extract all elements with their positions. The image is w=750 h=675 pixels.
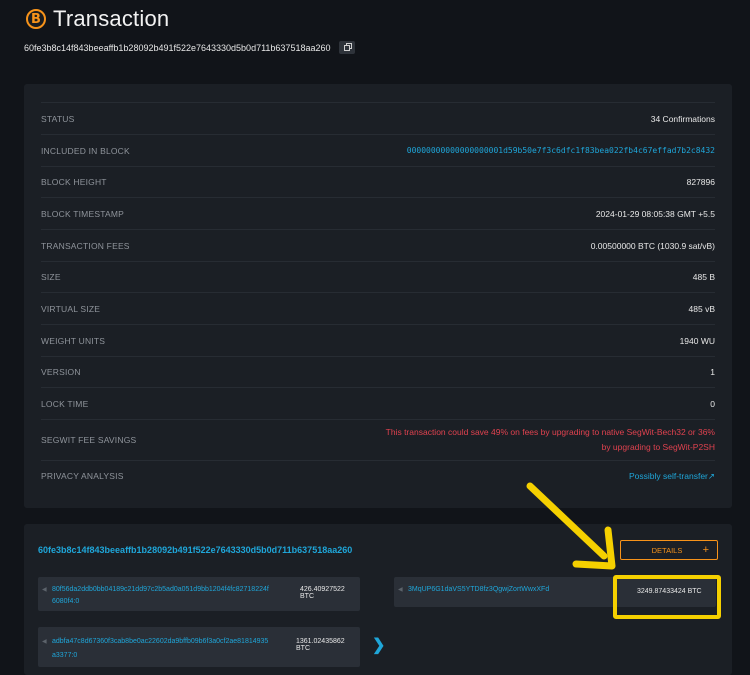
privacy-analysis-link[interactable]: Possibly self-transfer↗ bbox=[629, 471, 715, 482]
input-item: ◀ 80f56da2ddb0bb04189c21dd97c2b5ad0a051d… bbox=[38, 577, 360, 611]
detail-row-segwit: SEGWIT FEE SAVINGS This transaction coul… bbox=[41, 419, 715, 460]
detail-label: INCLUDED IN BLOCK bbox=[41, 145, 130, 156]
detail-row-version: VERSION 1 bbox=[41, 356, 715, 387]
input-outpoint-link[interactable]: a3377:0 bbox=[52, 652, 77, 659]
detail-row-vsize: VIRTUAL SIZE 485 vB bbox=[41, 292, 715, 324]
detail-value: 2024-01-29 08:05:38 GMT +5.5 bbox=[595, 208, 715, 219]
transaction-id: 60fe3b8c14f843beeaffb1b28092b491f522e764… bbox=[24, 42, 331, 53]
txid-row: 60fe3b8c14f843beeaffb1b28092b491f522e764… bbox=[24, 41, 356, 54]
detail-label: SEGWIT FEE SAVINGS bbox=[41, 435, 137, 445]
detail-label: WEIGHT UNITS bbox=[41, 335, 106, 346]
block-hash-link[interactable]: 00000000000000000001d59b50e7f3c6dfc1f83b… bbox=[407, 146, 715, 155]
page-header: B Transaction bbox=[26, 6, 169, 32]
detail-row-locktime: LOCK TIME 0 bbox=[41, 387, 715, 419]
detail-row-size: SIZE 485 B bbox=[41, 261, 715, 292]
plus-icon: + bbox=[702, 544, 709, 556]
detail-row-height: BLOCK HEIGHT 827896 bbox=[41, 166, 715, 197]
detail-value: 1940 WU bbox=[679, 335, 715, 346]
detail-label: TRANSACTION FEES bbox=[41, 240, 130, 251]
detail-label: PRIVACY ANALYSIS bbox=[41, 471, 124, 481]
input-address-link[interactable]: 80f56da2ddb0bb04189c21dd97c2b5ad0a051d9b… bbox=[52, 586, 269, 593]
detail-row-status: STATUS 34 Confirmations bbox=[41, 102, 715, 134]
detail-label: BLOCK HEIGHT bbox=[41, 177, 107, 187]
detail-row-block: INCLUDED IN BLOCK 00000000000000000001d5… bbox=[41, 134, 715, 166]
output-address-link[interactable]: 3MqUP6G1daVS5YTD8fz3QgwjZortWwxXFd bbox=[408, 586, 549, 593]
detail-label: LOCK TIME bbox=[41, 398, 89, 409]
detail-label: SIZE bbox=[41, 272, 61, 282]
copy-icon bbox=[344, 44, 351, 51]
detail-label: STATUS bbox=[41, 113, 75, 124]
detail-value: 34 Confirmations bbox=[650, 113, 715, 124]
io-transaction-id-link[interactable]: 60fe3b8c14f843beeaffb1b28092b491f522e764… bbox=[38, 545, 352, 555]
detail-value: 0 bbox=[710, 398, 715, 409]
transaction-details-card: STATUS 34 Confirmations INCLUDED IN BLOC… bbox=[24, 84, 732, 508]
detail-label: VERSION bbox=[41, 367, 81, 377]
bitcoin-icon: B bbox=[26, 9, 46, 29]
page-title: Transaction bbox=[53, 6, 170, 31]
detail-label: VIRTUAL SIZE bbox=[41, 303, 101, 314]
output-arrow-icon: ◀ bbox=[398, 587, 403, 593]
detail-value: 827896 bbox=[686, 177, 715, 187]
details-button-label: DETAILS bbox=[651, 545, 683, 555]
detail-row-fees: TRANSACTION FEES 0.00500000 BTC (1030.9 … bbox=[41, 229, 715, 261]
detail-value: 485 B bbox=[692, 272, 715, 282]
input-address-link[interactable]: adbfa47c8d67360f3cab8be0ac22602da9bffb09… bbox=[52, 638, 268, 645]
input-outpoint-link[interactable]: 6080f4:0 bbox=[52, 598, 79, 605]
detail-row-weight: WEIGHT UNITS 1940 WU bbox=[41, 324, 715, 356]
detail-value: 0.00500000 BTC (1030.9 sat/vB) bbox=[590, 240, 715, 251]
detail-label: BLOCK TIMESTAMP bbox=[41, 208, 124, 219]
annotation-highlight-box bbox=[613, 575, 721, 619]
copy-button[interactable] bbox=[339, 41, 356, 54]
input-amount: 426.40927522 BTC bbox=[300, 586, 345, 600]
detail-value: 485 vB bbox=[688, 303, 715, 314]
segwit-savings-warning: This transaction could save 49% on fees … bbox=[385, 427, 715, 452]
input-amount: 1361.02435862 BTC bbox=[296, 638, 345, 652]
input-item: ◀ adbfa47c8d67360f3cab8be0ac22602da9bffb… bbox=[38, 627, 360, 667]
next-page-chevron-icon[interactable]: ❯ bbox=[372, 635, 385, 655]
details-button[interactable]: DETAILS + bbox=[620, 540, 718, 560]
annotation-arrow-icon bbox=[526, 482, 616, 570]
detail-row-timestamp: BLOCK TIMESTAMP 2024-01-29 08:05:38 GMT … bbox=[41, 197, 715, 229]
detail-value: 1 bbox=[710, 367, 715, 377]
input-arrow-icon: ◀ bbox=[42, 587, 47, 593]
input-arrow-icon: ◀ bbox=[42, 639, 47, 645]
